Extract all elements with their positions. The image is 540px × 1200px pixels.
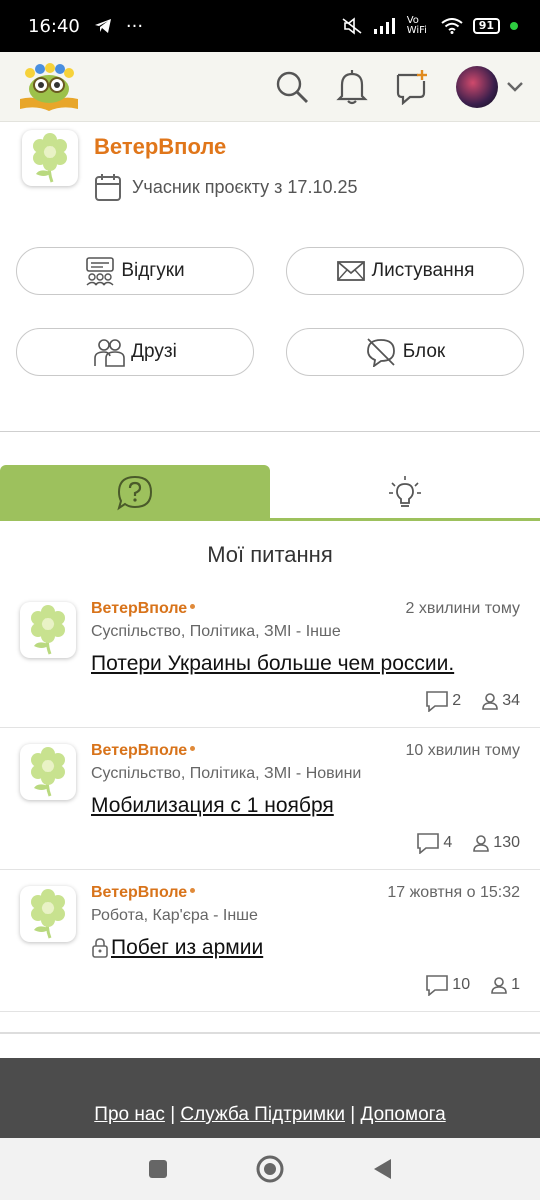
clock: 16:40 [28,15,80,37]
question-item[interactable]: ВетерВполе 17 жовтня о 15:32 Робота, Кар… [0,870,540,1012]
flower-icon [31,889,65,939]
section-title: Мої питання [207,542,333,567]
privacy-dot [510,22,518,30]
comment-count: 2 [452,692,462,709]
footer-links: Про нас | Служба Підтримки | Допомога [0,1104,540,1126]
question-avatar[interactable] [20,886,76,942]
new-question-icon[interactable] [394,69,430,105]
footer-separator: | [350,1104,356,1125]
battery-indicator: 91 [472,18,500,34]
home-icon[interactable] [255,1154,285,1184]
comment-icon [417,833,440,854]
question-author[interactable]: ВетерВполе [91,600,187,618]
flower-icon [33,133,67,183]
profile-name: ВетерВполе [94,134,227,159]
footer-separator: | [170,1104,176,1125]
friends-button[interactable]: Друзі [16,328,254,376]
system-nav-bar [0,1138,540,1200]
question-title[interactable]: Потери Украины больше чем россии. [91,652,454,676]
tab-questions[interactable] [0,465,270,520]
telegram-icon [94,19,111,33]
mute-icon [342,17,362,35]
recents-icon[interactable] [147,1158,169,1180]
flower-icon [31,747,65,797]
question-item[interactable]: ВетерВполе 10 хвилин тому Суспільство, П… [0,728,540,870]
chevron-down-icon[interactable] [506,81,524,93]
profile-avatar [22,130,78,186]
bell-icon[interactable] [336,69,368,105]
comment-icon [426,975,449,996]
help-link[interactable]: Допомога [361,1104,446,1125]
question-author[interactable]: ВетерВполе [91,742,187,760]
tab-underline [0,518,540,521]
view-count: 1 [511,976,520,993]
footer-divider [0,1032,540,1034]
wifi-icon [441,18,463,34]
messages-label: Листування [371,260,475,281]
block-chat-icon [366,338,395,367]
question-time: 10 хвилин тому [405,742,520,759]
online-dot [190,746,195,751]
comment-icon [426,691,449,712]
user-icon [491,977,507,994]
question-category[interactable]: Робота, Кар'єра - Інше [91,907,258,925]
question-category[interactable]: Суспільство, Політика, ЗМІ - Новини [91,765,361,783]
footer [0,1058,540,1138]
question-item[interactable]: ВетерВполе 2 хвилини тому Суспільство, П… [0,586,540,728]
view-count: 34 [502,692,520,709]
tab-answers[interactable] [270,465,540,520]
question-title-text[interactable]: Потери Украины больше чем россии. [91,652,454,676]
online-dot [190,888,195,893]
signal-icon [373,18,395,34]
user-menu[interactable] [456,65,524,108]
lock-icon [92,938,108,958]
reviews-label: Відгуки [121,260,185,281]
calendar-icon [95,174,121,201]
view-count: 130 [493,834,520,851]
flower-icon [31,605,65,655]
back-icon[interactable] [371,1157,393,1181]
avatar[interactable] [456,65,498,108]
messages-button[interactable]: Листування [286,247,524,295]
question-title[interactable]: Побег из армии [91,936,263,960]
question-avatar[interactable] [20,602,76,658]
question-stats: 2 34 [425,690,520,712]
friends-icon [94,339,125,367]
vowifi-label: Vo WiFi [406,15,427,36]
reviews-button[interactable]: Відгуки [16,247,254,295]
question-time: 2 хвилини тому [405,600,521,617]
about-link[interactable]: Про нас [94,1104,165,1125]
block-label: Блок [402,341,446,362]
question-stats: 4 130 [416,832,520,854]
question-icon [117,475,153,510]
question-title[interactable]: Мобилизация с 1 ноября [91,794,334,818]
question-time: 17 жовтня о 15:32 [387,884,520,901]
block-button[interactable]: Блок [286,328,524,376]
comment-count: 10 [452,976,471,993]
user-icon [482,693,499,710]
comment-count: 4 [443,834,453,851]
profile-divider [0,431,540,432]
question-avatar[interactable] [20,744,76,800]
question-stats: 10 1 [425,974,520,996]
question-title-text[interactable]: Побег из армии [111,936,263,960]
member-since-text: Учасник проєкту з 17.10.25 [132,176,358,197]
friends-label: Друзі [131,341,177,362]
more-notifications: ··· [125,15,144,37]
envelope-icon [336,261,365,281]
lightbulb-icon [389,475,421,507]
app-header [0,52,540,122]
support-link[interactable]: Служба Підтримки [180,1104,345,1125]
status-bar: 16:40 ··· Vo WiFi 91 [0,0,540,52]
reviews-icon [86,257,115,286]
question-title-text[interactable]: Мобилизация с 1 ноября [91,794,334,818]
question-category[interactable]: Суспільство, Політика, ЗМІ - Інше [91,623,341,641]
member-since: Учасник проєкту з 17.10.25 [94,172,358,202]
question-author[interactable]: ВетерВполе [91,884,187,902]
owl-logo-icon[interactable] [16,61,82,113]
search-icon[interactable] [274,69,310,105]
online-dot [190,604,195,609]
user-icon [473,835,490,852]
